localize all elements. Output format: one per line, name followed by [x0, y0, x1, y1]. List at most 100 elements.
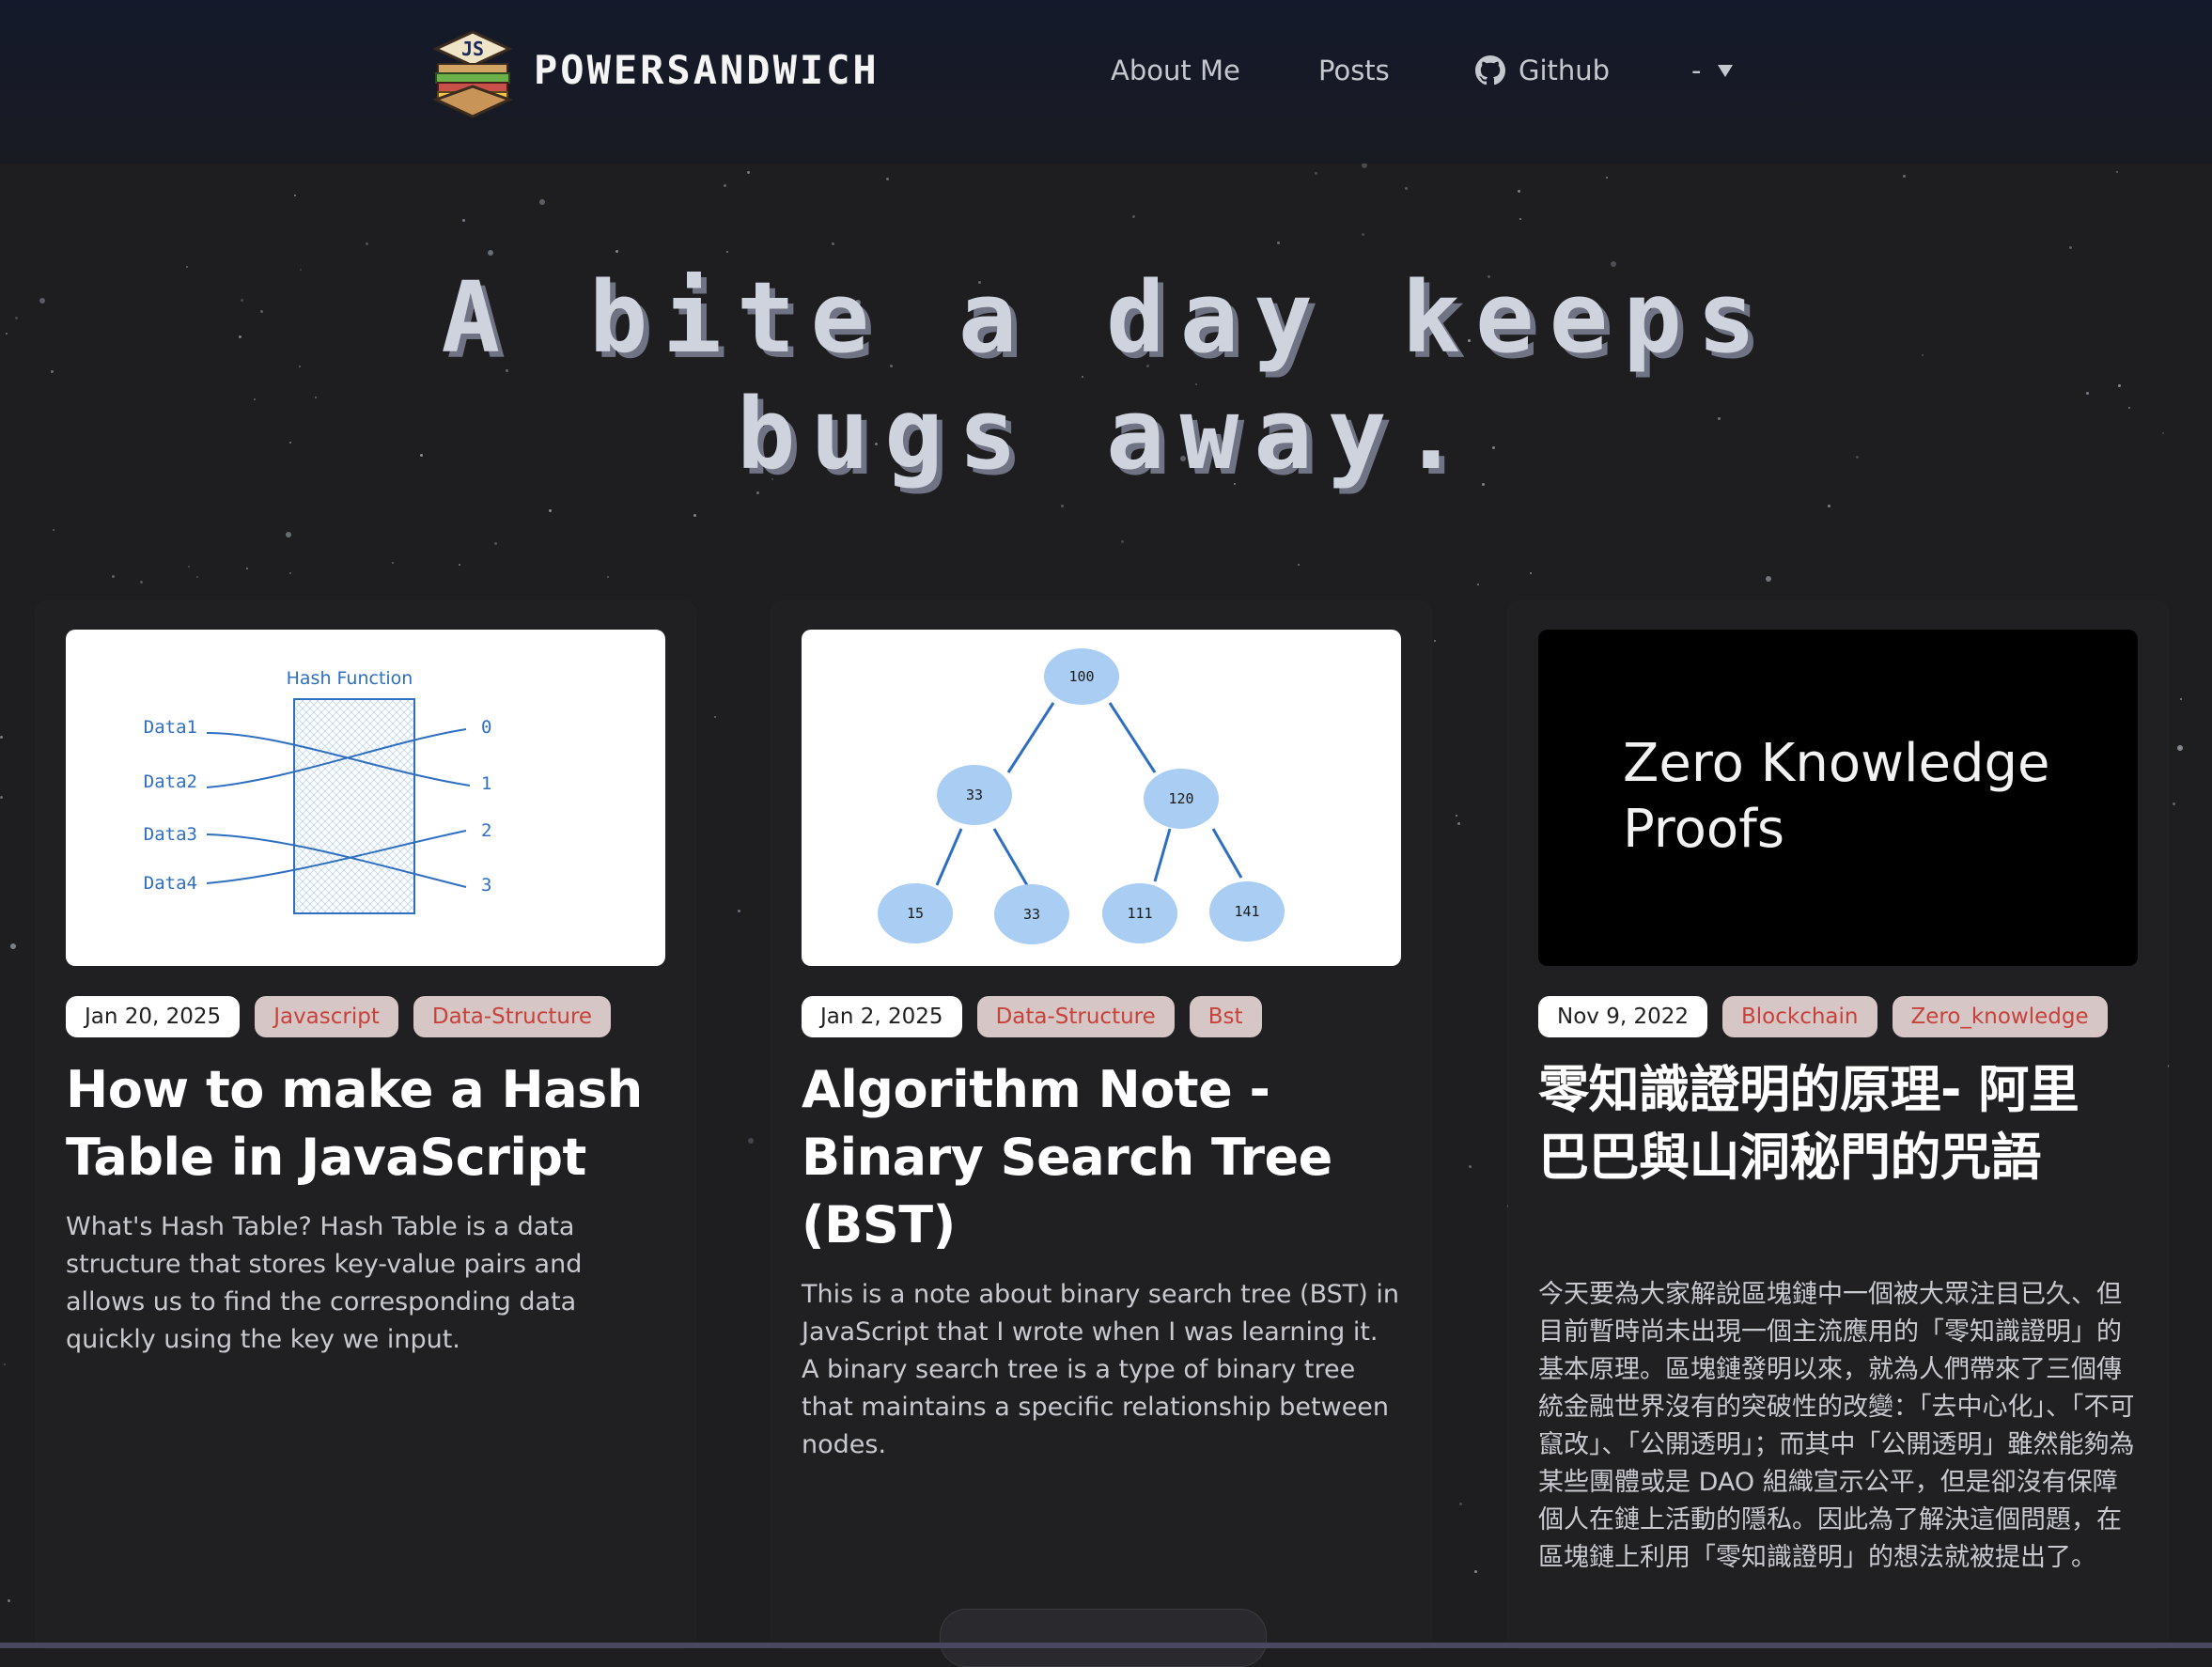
star — [549, 509, 552, 512]
nav-about-me[interactable]: About Me — [1111, 55, 1240, 86]
star — [15, 317, 18, 319]
floating-toolbar[interactable] — [940, 1609, 1267, 1667]
star — [53, 529, 55, 531]
star — [2086, 392, 2089, 395]
index-label: 1 — [481, 773, 491, 794]
post-meta: Nov 9, 2022 Blockchain Zero_knowledge — [1538, 996, 2108, 1037]
star — [748, 1138, 754, 1144]
star — [1132, 215, 1135, 218]
star — [294, 195, 296, 196]
star — [2177, 745, 2183, 751]
nav-github-label: Github — [1519, 55, 1611, 86]
star — [1530, 572, 1532, 574]
node-label: 141 — [1234, 903, 1259, 920]
hero-line-2: bugs away. — [736, 377, 1476, 491]
key-label: Data2 — [144, 771, 197, 792]
star — [241, 299, 243, 302]
star — [1606, 177, 1608, 179]
hero-tagline: A bite a day keeps bugs away. — [282, 259, 1930, 492]
sandwich-logo-icon[interactable]: JS — [432, 28, 513, 118]
star — [1474, 1570, 1477, 1573]
star — [1277, 241, 1280, 244]
star — [1457, 822, 1460, 825]
star — [4, 1363, 6, 1365]
key-label: Data4 — [144, 873, 197, 894]
post-description: What's Hash Table? Hash Table is a data … — [66, 1212, 583, 1354]
theme-dropdown-value: - — [1691, 55, 1702, 86]
star — [886, 178, 889, 180]
thumbnail-text: Zero Knowledge Proofs — [1623, 733, 2050, 860]
post-thumbnail-hash-table[interactable]: Hash Function Data1 Data2 Data3 Data4 0 … — [66, 630, 665, 966]
post-meta: Jan 2, 2025 Data-Structure Bst — [802, 996, 1262, 1037]
node-label: 15 — [907, 905, 924, 922]
node-label: 120 — [1168, 790, 1193, 807]
star — [726, 251, 728, 253]
star — [1766, 576, 1771, 582]
tag-bst[interactable]: Bst — [1189, 996, 1262, 1037]
nav-posts[interactable]: Posts — [1318, 55, 1390, 86]
post-thumbnail-zero-knowledge[interactable]: Zero Knowledge Proofs — [1538, 630, 2138, 966]
star — [286, 532, 291, 537]
star — [1518, 190, 1520, 193]
star — [246, 568, 248, 569]
post-meta: Jan 20, 2025 Javascript Data-Structure — [66, 996, 612, 1037]
post-description: 今天要為大家解說區塊鏈中一個被大眾注目已久、但目前暫時尚未出現一個主流應用的「零… — [1538, 1280, 2135, 1572]
star — [8, 1599, 10, 1602]
post-title[interactable]: Algorithm Note - Binary Search Tree (BST… — [802, 1056, 1403, 1259]
post-title[interactable]: How to make a Hash Table in JavaScript — [66, 1056, 667, 1192]
github-icon — [1475, 55, 1505, 86]
tag-zero-knowledge[interactable]: Zero_knowledge — [1892, 996, 2108, 1037]
star — [494, 542, 497, 545]
star — [51, 370, 54, 373]
star — [2180, 698, 2182, 700]
star — [39, 298, 45, 304]
star — [539, 199, 545, 205]
hash-box — [293, 698, 415, 914]
index-label: 0 — [481, 717, 491, 738]
node-label: 33 — [966, 787, 983, 803]
star — [462, 219, 465, 222]
tag-javascript[interactable]: Javascript — [255, 996, 398, 1037]
star — [140, 581, 143, 584]
star — [1477, 584, 1479, 585]
node-label: 100 — [1068, 668, 1094, 685]
star — [488, 250, 493, 256]
post-card-zero-knowledge[interactable]: Zero Knowledge Proofs Nov 9, 2022 Blockc… — [1508, 601, 2168, 1648]
node-label: 111 — [1127, 905, 1152, 922]
tag-data-structure[interactable]: Data-Structure — [413, 996, 612, 1037]
nav-github[interactable]: Github — [1475, 55, 1610, 86]
star — [0, 736, 3, 739]
star — [112, 575, 115, 578]
star — [6, 333, 8, 335]
tag-data-structure[interactable]: Data-Structure — [976, 996, 1175, 1037]
theme-dropdown[interactable]: - — [1691, 55, 1735, 86]
post-card-bst[interactable]: 100 33 120 15 33 111 141 Jan 2, 2025 Dat… — [771, 601, 1431, 1648]
post-card-hash-table[interactable]: Hash Function Data1 Data2 Data3 Data4 0 … — [36, 601, 695, 1648]
post-title[interactable]: 零知識證明的原理- 阿里巴巴與山洞秘門的咒語 — [1538, 1056, 2121, 1192]
star — [1903, 175, 1906, 178]
brand-name[interactable]: POWERSANDWICH — [534, 47, 880, 93]
star — [254, 398, 256, 400]
post-date: Jan 20, 2025 — [66, 996, 241, 1037]
star — [1315, 172, 1317, 175]
post-thumbnail-bst[interactable]: 100 33 120 15 33 111 141 — [802, 630, 1401, 966]
hero-line-1: A bite a day keeps — [441, 260, 1771, 375]
star — [2128, 407, 2130, 409]
index-label: 2 — [481, 820, 491, 841]
star — [2162, 432, 2164, 434]
star — [1362, 233, 1364, 236]
site-header: JS POWERSANDWICH About Me Posts Github - — [0, 0, 2212, 164]
key-label: Data3 — [144, 824, 197, 845]
star — [724, 184, 726, 187]
star — [392, 562, 394, 564]
diagram-heading: Hash Function — [287, 668, 413, 689]
caret-down-icon — [1718, 65, 1734, 77]
star — [738, 910, 740, 912]
star — [1469, 1165, 1472, 1168]
star — [1121, 540, 1124, 543]
star — [196, 576, 198, 578]
tag-blockchain[interactable]: Blockchain — [1722, 996, 1877, 1037]
star — [747, 171, 750, 174]
star — [1298, 564, 1300, 566]
star — [239, 335, 241, 338]
